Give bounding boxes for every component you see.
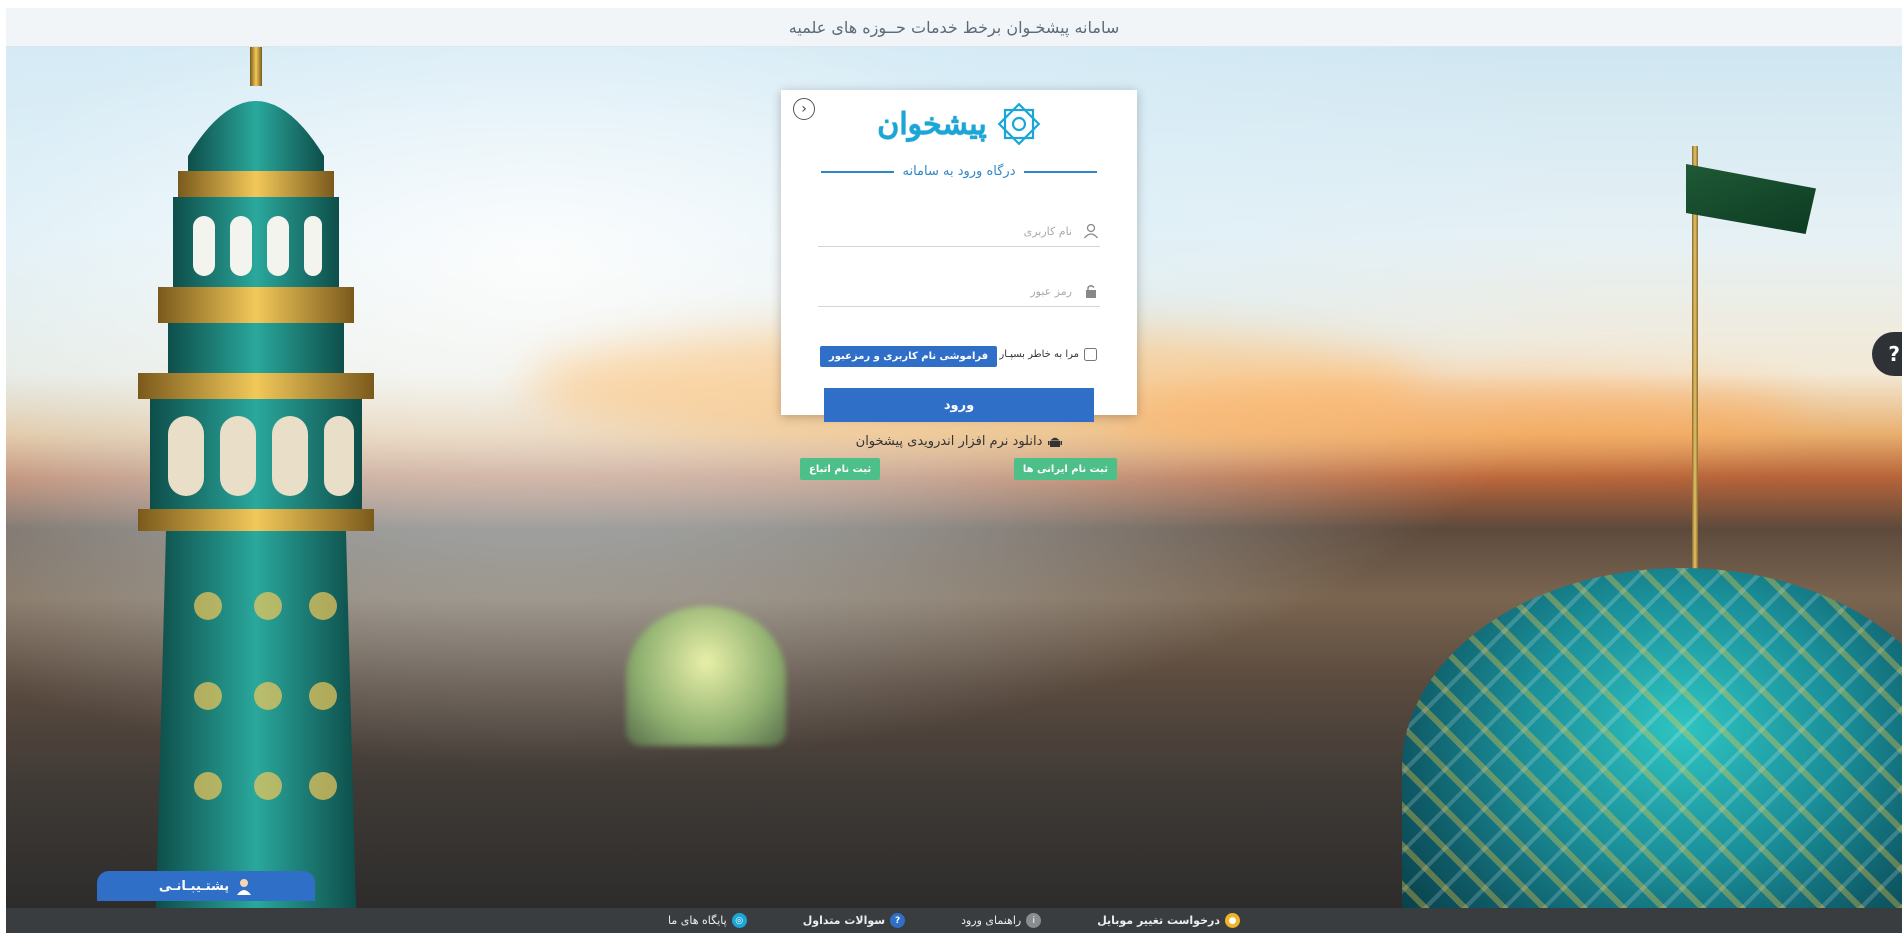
site-title: سامانه پیشخـوان برخط خدمات حــوزه های عل… <box>788 17 1120 37</box>
login-section-title-text: درگاه ورود به سامانه <box>902 164 1016 179</box>
register-iranian-button[interactable]: ثبت نام ایرانی ها <box>1013 458 1117 480</box>
logo-text: پیشخوان <box>877 106 987 142</box>
support-button[interactable]: پشتـیبـانـی <box>97 871 315 901</box>
forgot-credentials-button[interactable]: فراموشی نام کاربری و رمزعبور <box>820 346 998 367</box>
username-input[interactable] <box>818 223 1074 239</box>
android-download-link[interactable]: دانلود نرم افزار اندرویدی پیشخوان <box>781 434 1137 449</box>
android-icon <box>1048 437 1063 447</box>
sunset-glow-right <box>1106 376 1806 456</box>
login-section-title: درگاه ورود به سامانه <box>820 164 1097 179</box>
logo: پیشخوان <box>781 102 1137 146</box>
username-field <box>818 216 1100 247</box>
password-field <box>818 276 1100 307</box>
info-icon: i <box>1026 913 1042 928</box>
distant-dome <box>626 606 786 746</box>
register-foreign-button[interactable]: ثبت نام اتباع <box>800 458 881 480</box>
support-agent-icon <box>237 879 252 895</box>
footer-faq[interactable]: ? سوالات متداول <box>802 913 906 928</box>
minaret-illustration <box>138 46 374 908</box>
lock-icon <box>1082 282 1100 300</box>
footer-item-label: سوالات متداول <box>802 914 886 927</box>
help-tab-label: ? <box>1888 342 1900 366</box>
user-icon <box>1082 222 1100 240</box>
footer-login-guide[interactable]: i راهنمای ورود <box>961 913 1042 928</box>
remember-me-checkbox[interactable] <box>1084 348 1097 361</box>
footer-item-label: پایگاه های ما <box>668 914 727 927</box>
logo-emblem-icon <box>997 102 1041 146</box>
footer-our-sites[interactable]: ◎ پایگاه های ما <box>668 913 747 928</box>
flag <box>1686 164 1816 234</box>
password-input[interactable] <box>818 283 1074 299</box>
divider <box>820 170 895 173</box>
android-download-label: دانلود نرم افزار اندرویدی پیشخوان <box>855 434 1043 449</box>
globe-icon: ◎ <box>731 913 747 928</box>
login-button[interactable]: ورود <box>824 388 1094 422</box>
footer-item-label: راهنمای ورود <box>961 914 1022 927</box>
support-label: پشتـیبـانـی <box>158 878 230 894</box>
user-icon: ● <box>1224 913 1240 928</box>
question-users-icon: ? <box>890 913 906 928</box>
footer-item-label: درخواست تغییر موبایل <box>1097 914 1220 927</box>
page: سامانه پیشخـوان برخط خدمات حــوزه های عل… <box>6 8 1902 933</box>
footer-bar: ● درخواست تغییر موبایل i راهنمای ورود ? … <box>6 908 1902 933</box>
remember-me-label: مرا به خاطر بسپـار <box>999 349 1079 360</box>
login-card: › پیشخوان درگاه ورود به سامانه نام کاربر… <box>781 90 1137 480</box>
footer-mobile-change[interactable]: ● درخواست تغییر موبایل <box>1097 913 1240 928</box>
shrine-dome <box>1402 568 1902 908</box>
site-header: سامانه پیشخـوان برخط خدمات حــوزه های عل… <box>6 8 1902 47</box>
remember-me[interactable]: مرا به خاطر بسپـار <box>999 348 1097 361</box>
divider <box>1023 170 1097 173</box>
